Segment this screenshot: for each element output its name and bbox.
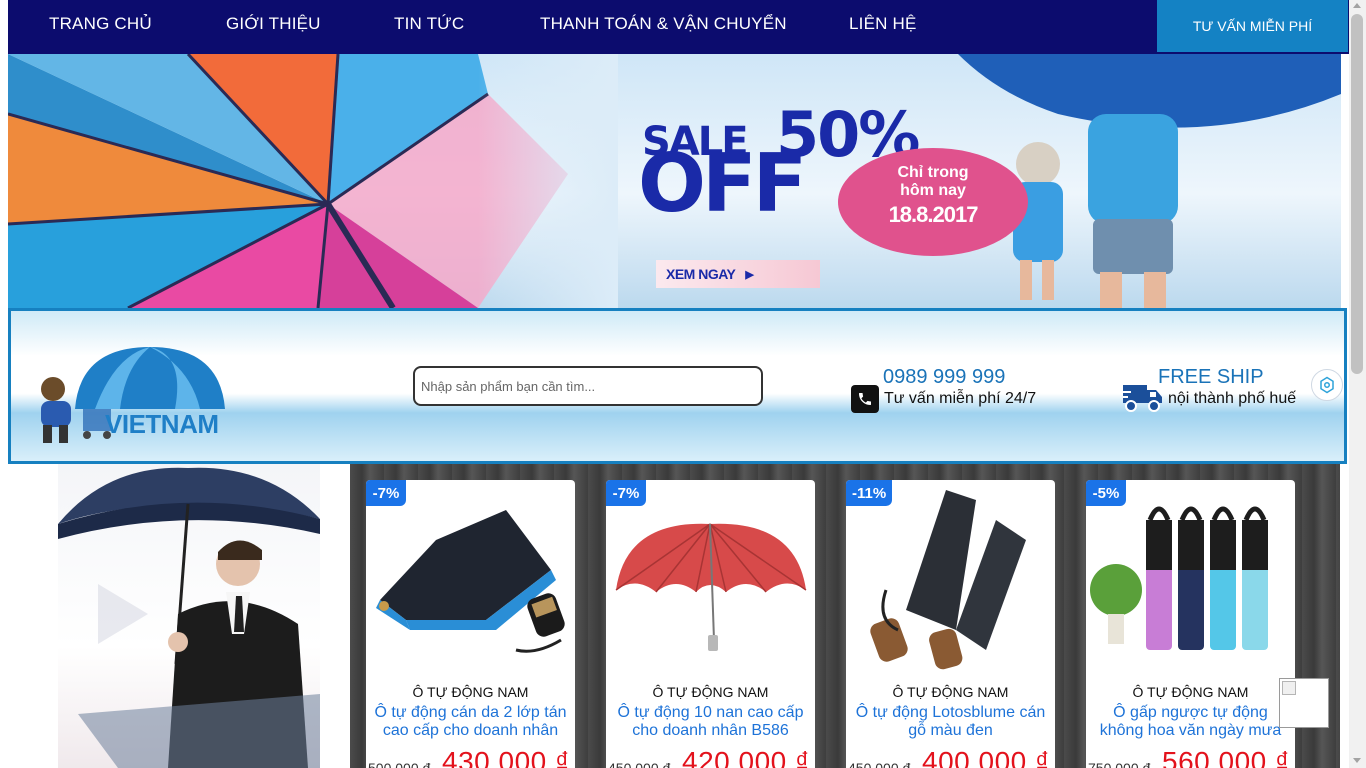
product-name[interactable]: Ô tự động Lotosblume cán gỗ màu đen	[852, 704, 1049, 740]
discount-badge: -7%	[366, 480, 406, 506]
play-arrow-icon: ▶	[745, 268, 754, 281]
sale-headline: SALE 50% OFF XEM NGAY ▶ Chỉ trong hôm na…	[634, 104, 1054, 304]
promo-model-image[interactable]	[58, 464, 320, 768]
view-now-button[interactable]: XEM NGAY ▶	[656, 260, 820, 288]
hotline-number[interactable]: 0989 999 999	[883, 366, 1005, 389]
free-ship-caption: nội thành phố huế	[1168, 390, 1297, 407]
badge-date: 18.8.2017	[888, 202, 979, 227]
nav-item-contact[interactable]: LIÊN HỆ	[849, 14, 917, 34]
product-image	[1090, 506, 1268, 650]
product-old-price: 500.000 đ	[368, 760, 431, 768]
chatbot-icon[interactable]	[1311, 369, 1343, 401]
product-category: Ô TỰ ĐỘNG NAM	[412, 684, 529, 700]
page: TRANG CHỦ GIỚI THIỆU TIN TỨC THANH TOÁN …	[0, 0, 1366, 768]
product-category: Ô TỰ ĐỘNG NAM	[652, 684, 769, 700]
truck-icon	[1123, 381, 1163, 420]
product-old-price: 450.000 đ	[608, 760, 671, 768]
search-input[interactable]	[413, 366, 763, 406]
product-card[interactable]: -7% Ô TỰ ĐỘNG NAM Ô tự động 10 nan cao c…	[606, 480, 815, 768]
scroll-up-arrow-icon[interactable]	[1353, 3, 1361, 8]
free-consult-button[interactable]: TƯ VẤN MIỄN PHÍ	[1157, 0, 1348, 54]
product-image	[376, 510, 565, 653]
page-scrollbar[interactable]	[1349, 0, 1366, 768]
product-image	[870, 490, 1026, 670]
product-name[interactable]: Ô gấp ngược tự động không hoa văn ngày m…	[1092, 704, 1289, 740]
promo-date-badge: Chỉ trong hôm nay 18.8.2017	[838, 148, 1028, 256]
product-card[interactable]: -11% Ô TỰ ĐỘNG NAM Ô tự động Lotosblume …	[846, 480, 1055, 768]
product-new-price: 400.000 ₫	[922, 746, 1050, 768]
product-name[interactable]: Ô tự động cán da 2 lớp tán cao cấp cho d…	[372, 704, 569, 740]
product-old-price: 450.000 đ	[848, 760, 911, 768]
product-card[interactable]: -7% Ô TỰ ĐỘNG NAM Ô tự động cán da 2 lớp…	[366, 480, 575, 768]
top-nav: TRANG CHỦ GIỚI THIỆU TIN TỨC THANH TOÁN …	[8, 0, 1349, 54]
phone-icon	[851, 385, 879, 413]
broken-image-icon	[1282, 681, 1296, 695]
sale-banner[interactable]: SALE 50% OFF XEM NGAY ▶ Chỉ trong hôm na…	[8, 54, 1341, 308]
product-old-price: 750.000 đ	[1088, 760, 1151, 768]
scrollbar-thumb[interactable]	[1351, 14, 1363, 374]
view-now-label: XEM NGAY	[666, 266, 736, 282]
badge-line-2: hôm nay	[900, 182, 966, 199]
scroll-down-arrow-icon[interactable]	[1353, 758, 1361, 763]
nav-item-home[interactable]: TRANG CHỦ	[49, 14, 152, 34]
broken-image-placeholder[interactable]	[1279, 678, 1329, 728]
off-word: OFF	[638, 137, 807, 230]
logo-text: VIETNAM	[105, 409, 219, 439]
discount-badge: -11%	[846, 480, 893, 506]
header-strip: VIETNAM 0989 999 999 Tư vấn miễn phí 24/…	[8, 308, 1347, 464]
hotline-caption: Tư vấn miễn phí 24/7	[884, 390, 1037, 407]
product-card[interactable]: -5% Ô TỰ ĐỘNG NAM Ô gấp ngược tự động kh…	[1086, 480, 1295, 768]
product-new-price: 430.000 ₫	[442, 746, 570, 768]
product-category: Ô TỰ ĐỘNG NAM	[892, 684, 1009, 700]
product-new-price: 420.000 ₫	[682, 746, 810, 768]
product-category: Ô TỰ ĐỘNG NAM	[1132, 684, 1249, 700]
free-ship-title: FREE SHIP	[1158, 366, 1264, 388]
discount-badge: -7%	[606, 480, 646, 506]
product-image	[615, 523, 807, 651]
nav-item-news[interactable]: TIN TỨC	[394, 14, 464, 34]
nav-item-about[interactable]: GIỚI THIỆU	[226, 14, 321, 34]
discount-badge: -5%	[1086, 480, 1126, 506]
badge-line-1: Chỉ trong	[897, 164, 969, 181]
product-new-price: 560.000 ₫	[1162, 746, 1290, 768]
site-logo[interactable]: VIETNAM	[25, 347, 255, 447]
nav-item-payment-shipping[interactable]: THANH TOÁN & VẬN CHUYỂN	[540, 14, 787, 34]
product-name[interactable]: Ô tự động 10 nan cao cấp cho doanh nhân …	[612, 704, 809, 740]
